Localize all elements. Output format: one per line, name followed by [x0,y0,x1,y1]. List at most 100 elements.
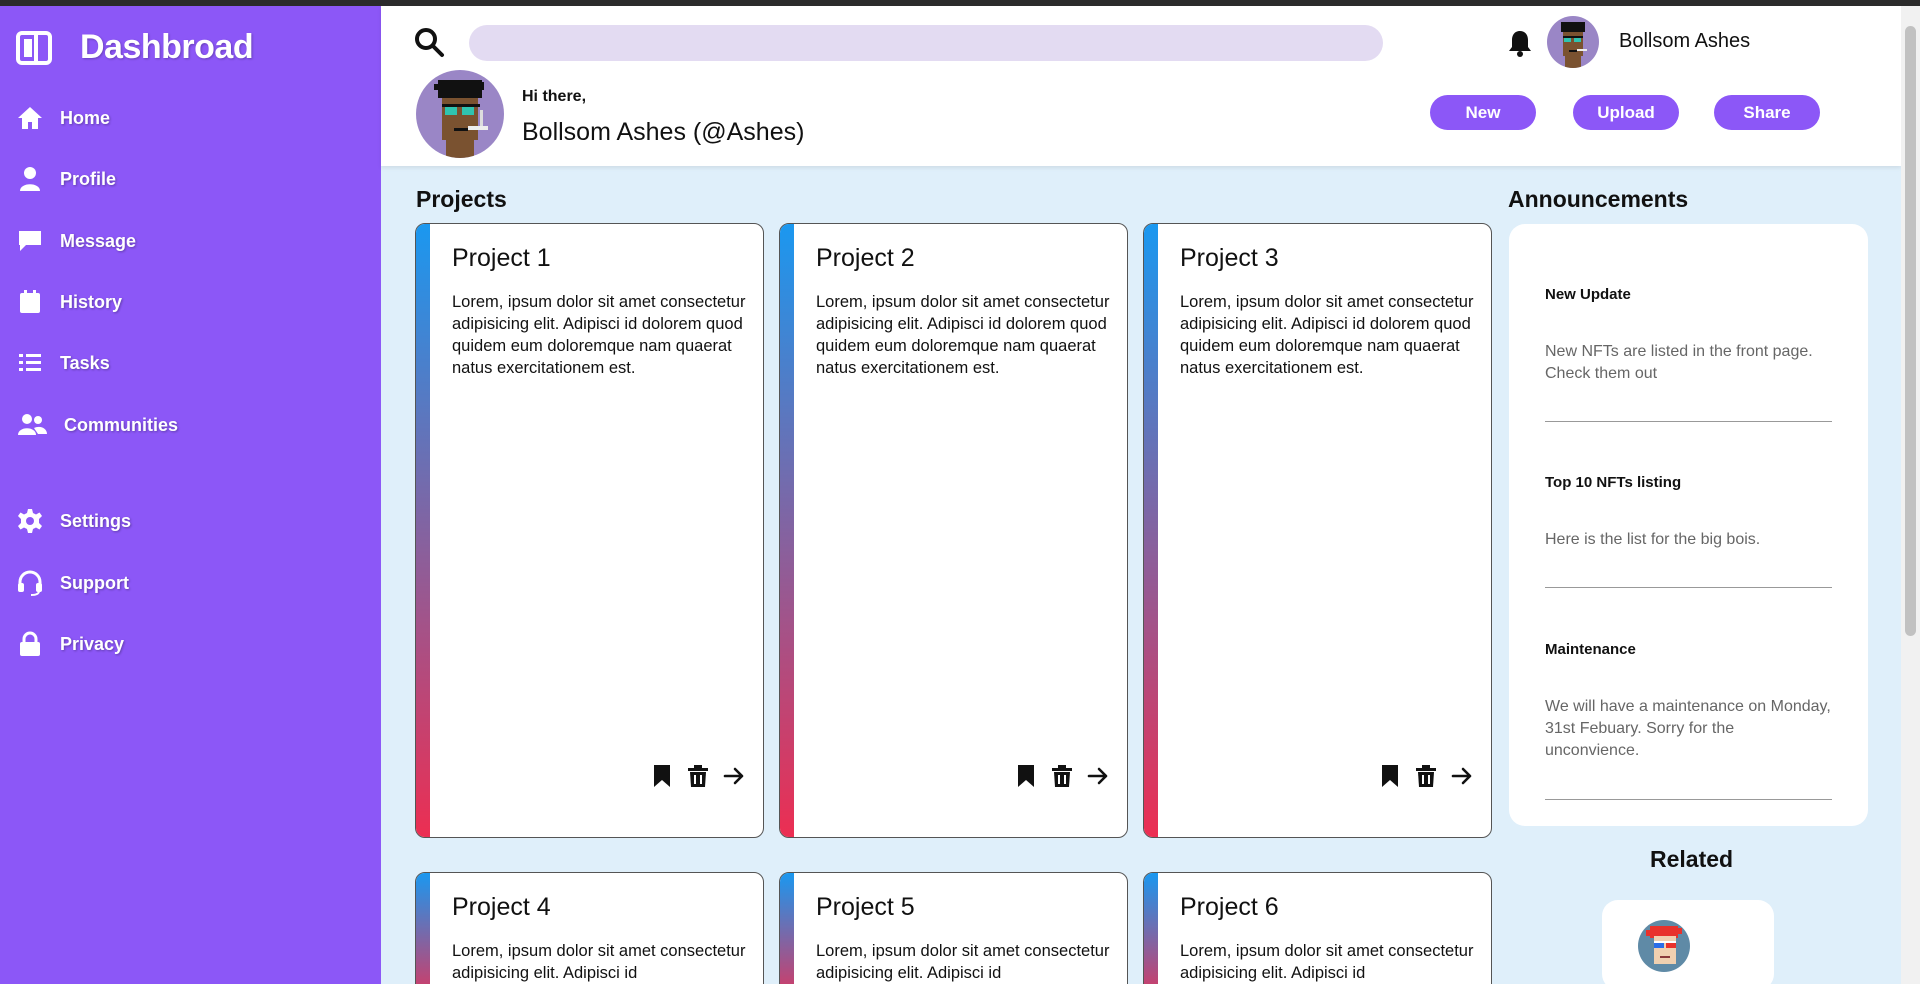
sidebar-item-label: Privacy [60,633,125,654]
project-title: Project 2 [816,244,915,272]
sidebar-item-tasks[interactable]: Tasks [16,343,110,383]
announcement-title: Maintenance [1545,641,1636,658]
card-accent-bar [780,873,794,984]
sidebar-item-privacy[interactable]: Privacy [16,624,124,664]
announcement-title: Top 10 NFTs listing [1545,474,1682,491]
lock-icon [20,631,40,656]
new-button[interactable]: New [1430,95,1536,130]
announcements-panel: New Update New NFTs are listed in the fr… [1509,224,1868,826]
sidebar-item-label: Support [60,572,129,593]
related-card[interactable] [1602,900,1774,984]
search-input[interactable] [469,25,1383,61]
bookmark-icon[interactable] [651,764,673,788]
profile-name: Bollsom Ashes (@Ashes) [522,118,805,146]
pixel-avatar-icon [1646,926,1682,964]
sidebar-item-label: Profile [60,168,117,189]
project-title: Project 6 [1180,893,1279,921]
sidebar-item-profile[interactable]: Profile [16,159,116,199]
dashboard-icon [16,30,52,65]
projects-title: Projects [416,186,507,212]
sidebar: Dashbroad Home Profile Message History T… [0,6,381,984]
sidebar-item-support[interactable]: Support [16,563,129,603]
card-accent-bar [1144,873,1158,984]
search-icon[interactable] [413,26,445,58]
announcement-item[interactable]: Top 10 NFTs listing Here is the list for… [1545,474,1832,588]
related-title: Related [1650,846,1734,872]
gear-icon [18,509,42,533]
project-description: Lorem, ipsum dolor sit amet consectetur … [1180,293,1474,377]
sidebar-item-label: History [60,291,123,312]
project-description: Lorem, ipsum dolor sit amet consectetur … [816,942,1110,982]
users-icon [18,414,47,435]
sidebar-item-label: Home [60,107,111,128]
sidebar-item-settings[interactable]: Settings [16,501,131,541]
project-card[interactable]: Project 4 Lorem, ipsum dolor sit amet co… [415,872,764,984]
project-card[interactable]: Project 1 Lorem, ipsum dolor sit amet co… [415,223,764,838]
project-card[interactable]: Project 3 Lorem, ipsum dolor sit amet co… [1143,223,1492,838]
project-description: Lorem, ipsum dolor sit amet consectetur … [452,942,746,982]
sidebar-item-label: Message [60,230,137,251]
announcement-item[interactable]: Maintenance We will have a maintenance o… [1545,641,1832,800]
sidebar-item-label: Communities [64,414,179,435]
list-icon [19,354,41,371]
project-card[interactable]: Project 6 Lorem, ipsum dolor sit amet co… [1143,872,1492,984]
brand-title: Dashbroad [80,28,254,66]
sidebar-item-history[interactable]: History [16,282,122,322]
trash-icon[interactable] [1415,764,1437,788]
announcements-title: Announcements [1508,186,1689,212]
calendar-icon [20,290,40,313]
card-actions [1015,764,1109,788]
card-accent-bar [416,224,430,837]
profile-avatar [416,70,504,158]
card-accent-bar [416,873,430,984]
announcement-text: New NFTs are listed in the front page. C… [1545,343,1813,382]
header: Bollsom Ashes Hi there, Bollsom Ashes (@… [381,6,1901,166]
announcement-text: Here is the list for the big bois. [1545,531,1761,548]
home-icon [18,107,42,129]
headset-icon [18,570,42,596]
upload-button[interactable]: Upload [1573,95,1679,130]
window-top-strip [0,0,1920,6]
project-title: Project 3 [1180,244,1279,272]
pixel-avatar-icon [1561,22,1587,68]
sidebar-item-message[interactable]: Message [16,221,136,261]
project-description: Lorem, ipsum dolor sit amet consectetur … [816,293,1110,377]
project-card[interactable]: Project 5 Lorem, ipsum dolor sit amet co… [779,872,1128,984]
arrow-right-icon[interactable] [723,764,745,788]
project-title: Project 5 [816,893,915,921]
card-accent-bar [1144,224,1158,837]
arrow-right-icon[interactable] [1087,764,1109,788]
trash-icon[interactable] [1051,764,1073,788]
scrollbar[interactable] [1901,6,1920,984]
trash-icon[interactable] [687,764,709,788]
user-avatar[interactable] [1547,16,1599,68]
sidebar-item-home[interactable]: Home [16,98,110,138]
scrollbar-thumb[interactable] [1905,26,1916,636]
bell-icon[interactable] [1505,28,1535,58]
project-title: Project 4 [452,893,551,921]
project-description: Lorem, ipsum dolor sit amet consectetur … [452,293,746,377]
pixel-avatar-icon [434,80,488,158]
project-card[interactable]: Project 2 Lorem, ipsum dolor sit amet co… [779,223,1128,838]
card-actions [651,764,745,788]
sidebar-item-label: Settings [60,510,132,531]
bookmark-icon[interactable] [1379,764,1401,788]
share-button[interactable]: Share [1714,95,1820,130]
announcement-text: We will have a maintenance on Monday, 31… [1545,698,1831,759]
project-description: Lorem, ipsum dolor sit amet consectetur … [1180,942,1474,982]
sidebar-item-label: Tasks [60,352,110,373]
project-title: Project 1 [452,244,551,272]
greeting-text: Hi there, [522,88,587,105]
announcement-title: New Update [1545,286,1631,303]
brand[interactable]: Dashbroad [16,28,254,67]
related-avatar [1638,920,1690,972]
bookmark-icon[interactable] [1015,764,1037,788]
sidebar-item-communities[interactable]: Communities [16,405,178,445]
card-actions [1379,764,1473,788]
arrow-right-icon[interactable] [1451,764,1473,788]
message-icon [19,231,41,251]
card-accent-bar [780,224,794,837]
user-name: Bollsom Ashes [1619,30,1751,52]
user-icon [20,167,40,191]
announcement-item[interactable]: New Update New NFTs are listed in the fr… [1545,286,1832,422]
